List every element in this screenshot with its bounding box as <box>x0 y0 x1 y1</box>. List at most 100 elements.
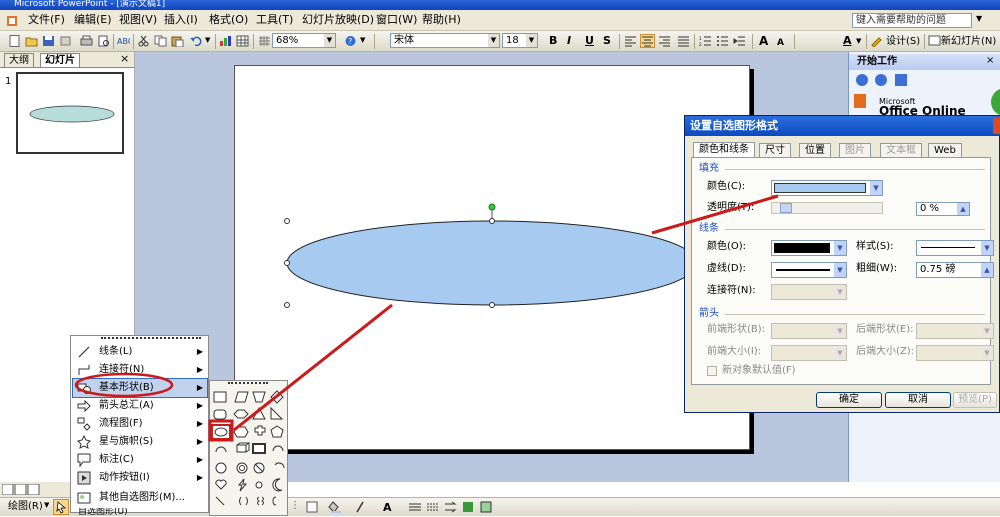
bullets-icon[interactable] <box>716 35 729 47</box>
align-left-icon[interactable] <box>624 35 637 47</box>
diamond-shape[interactable] <box>270 390 284 404</box>
menu-item-flowchart[interactable]: 流程图(F) ▶ <box>73 415 207 433</box>
shadow-style-icon[interactable] <box>463 502 473 512</box>
insert-picture-icon[interactable] <box>306 501 318 513</box>
new-slide-icon[interactable] <box>928 35 941 47</box>
sun-shape[interactable] <box>255 481 263 489</box>
slide-canvas[interactable] <box>234 65 750 450</box>
menu-item-basic-shapes[interactable]: 基本形状(B) ▶ <box>72 378 208 398</box>
line-style-select[interactable]: ▼ <box>916 240 994 256</box>
transparency-slider[interactable] <box>771 202 883 214</box>
bold-button[interactable]: B <box>549 34 557 48</box>
transparency-slider-thumb[interactable] <box>780 203 792 213</box>
moon-shape[interactable] <box>272 478 283 492</box>
right-triangle-shape[interactable] <box>270 406 284 420</box>
heart-shape[interactable] <box>215 479 227 490</box>
resize-handle[interactable] <box>489 302 495 308</box>
task-pane-close-icon[interactable]: × <box>986 55 994 66</box>
transparency-input[interactable]: 0 % ▲ <box>916 202 970 216</box>
pentagon-shape[interactable] <box>270 425 284 438</box>
normal-view-icon[interactable] <box>2 484 14 495</box>
menu-item-more-autoshapes[interactable]: 其他自选图形(M)... <box>73 489 207 507</box>
menu-item-callouts[interactable]: 标注(C) ▶ <box>73 451 207 469</box>
home-icon[interactable] <box>895 74 907 86</box>
help-search-input[interactable]: 键入需要帮助的问题 <box>852 13 972 28</box>
autoshapes-menu-button[interactable]: 自选图形(U) <box>78 508 128 516</box>
design-icon[interactable] <box>870 35 883 47</box>
design-button[interactable]: 设计(S) <box>886 35 920 48</box>
arrow-style-icon[interactable] <box>445 501 457 513</box>
menu-item-connectors[interactable]: 连接符(N) ▶ <box>73 361 207 379</box>
rounded-rectangle-shape[interactable] <box>213 409 227 420</box>
triangle-shape[interactable] <box>252 406 266 420</box>
resize-handle[interactable] <box>284 260 290 266</box>
dialog-close-icon[interactable] <box>993 118 1000 134</box>
new-slide-button[interactable]: 新幻灯片(N) <box>941 35 996 48</box>
hexagon-shape[interactable] <box>233 426 249 438</box>
dash-select[interactable]: ▼ <box>771 262 847 278</box>
line-color-picker[interactable]: ▼ <box>771 240 847 256</box>
ellipse-shape[interactable] <box>286 220 698 306</box>
draw-dropdown-icon[interactable]: ▼ <box>44 501 49 509</box>
octagon-shape[interactable] <box>233 409 249 419</box>
ellipse-shape-tool[interactable] <box>214 427 228 437</box>
shadow-button[interactable]: S <box>603 34 611 48</box>
select-pointer-icon[interactable] <box>53 499 69 515</box>
forward-icon[interactable] <box>875 74 887 86</box>
tab-web[interactable]: Web <box>928 143 962 158</box>
decrease-font-button[interactable]: A <box>777 36 784 50</box>
smiley-face-shape[interactable] <box>215 462 227 474</box>
parallelogram-shape[interactable] <box>234 391 249 403</box>
ok-button[interactable]: 确定 <box>816 392 882 408</box>
line-color-icon[interactable] <box>356 501 364 513</box>
cancel-button[interactable]: 取消 <box>885 392 951 408</box>
distributed-icon[interactable] <box>677 35 690 47</box>
double-brace-shape[interactable] <box>257 496 264 506</box>
font-color-button[interactable]: A <box>843 34 852 48</box>
double-bracket-shape[interactable] <box>239 496 248 506</box>
resize-handle[interactable] <box>284 302 290 308</box>
font-color-dropdown-icon[interactable]: ▼ <box>856 37 861 45</box>
line-color-dropdown-icon[interactable]: ▼ <box>834 241 846 255</box>
tab-position[interactable]: 位置 <box>799 143 831 158</box>
line-weight-input[interactable]: 0.75 磅 ▲ <box>916 262 994 278</box>
line-style-icon[interactable] <box>409 503 421 511</box>
resize-handle[interactable] <box>489 218 495 224</box>
menu-item-lines[interactable]: 线条(L) ▶ <box>73 343 207 361</box>
cube-shape[interactable] <box>236 442 251 453</box>
fill-color-picker[interactable]: ▼ <box>771 180 883 196</box>
cross-shape[interactable] <box>254 425 266 436</box>
increase-font-button[interactable]: A <box>759 34 768 48</box>
go-online-icon[interactable] <box>991 88 1000 116</box>
resize-handle[interactable] <box>284 218 290 224</box>
block-arc-shape[interactable] <box>272 445 284 452</box>
underline-button[interactable]: U <box>585 34 594 48</box>
lightning-bolt-shape[interactable] <box>237 478 248 492</box>
menu-item-block-arrows[interactable]: 箭头总汇(A) ▶ <box>73 397 207 415</box>
frame-shape[interactable] <box>252 443 266 454</box>
help-dropdown-icon[interactable]: ▼ <box>976 14 982 23</box>
rotation-handle[interactable] <box>488 203 496 211</box>
italic-button[interactable]: I <box>567 34 571 48</box>
arc-shape[interactable] <box>215 446 227 453</box>
fill-color-icon[interactable] <box>328 501 339 513</box>
font-color-icon[interactable]: A <box>383 501 392 514</box>
dash-dropdown-icon[interactable]: ▼ <box>834 263 846 277</box>
transparency-spinner-icon[interactable]: ▲ <box>957 203 969 215</box>
3d-style-icon[interactable] <box>480 501 492 513</box>
align-right-icon[interactable] <box>658 35 671 47</box>
bracket-shape[interactable] <box>215 496 225 506</box>
line-style-dropdown-icon[interactable]: ▼ <box>981 241 993 255</box>
left-bracket-shape[interactable] <box>272 496 277 506</box>
menu-item-stars-banners[interactable]: 星与旗帜(S) ▶ <box>73 433 207 451</box>
line-weight-spinner-icon[interactable]: ▲ <box>981 263 993 277</box>
back-icon[interactable] <box>856 74 868 86</box>
fill-color-dropdown-icon[interactable]: ▼ <box>870 181 882 195</box>
dash-style-icon[interactable] <box>427 503 439 511</box>
trapezoid-shape[interactable] <box>252 391 266 403</box>
tab-colors-lines[interactable]: 颜色和线条 <box>693 142 755 158</box>
draw-menu-button[interactable]: 绘图(R) <box>8 500 43 514</box>
rectangle-shape[interactable] <box>213 391 227 403</box>
sorter-view-icon[interactable] <box>14 484 27 495</box>
slideshow-view-icon[interactable] <box>27 484 40 495</box>
